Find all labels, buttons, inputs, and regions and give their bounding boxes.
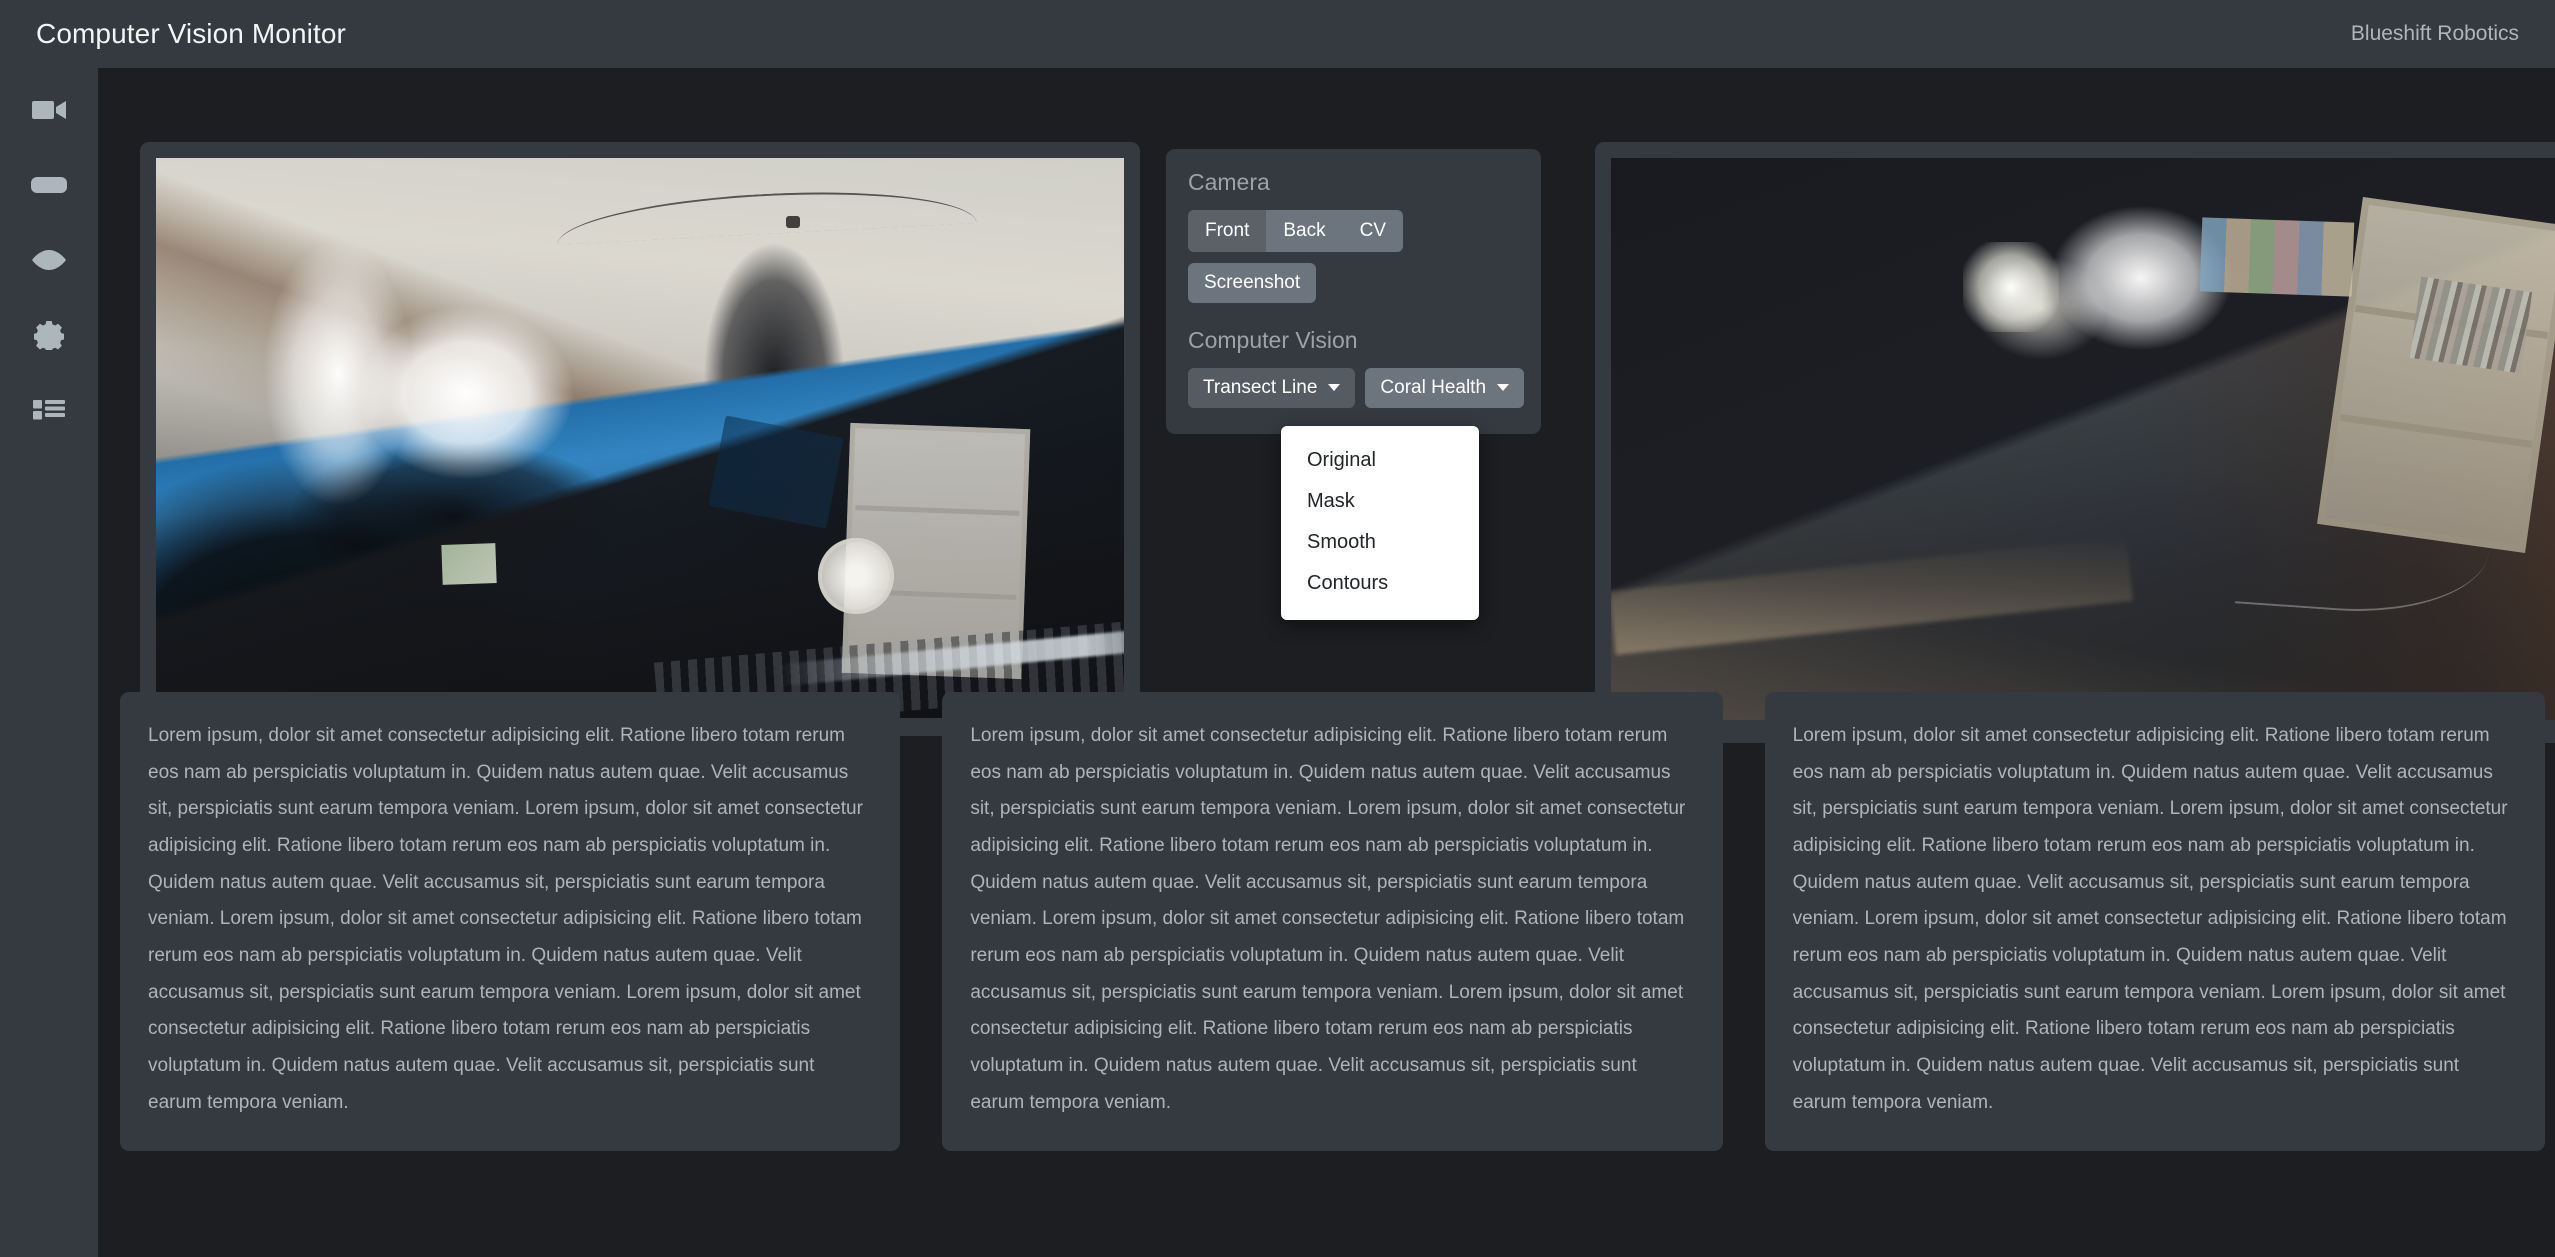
- screenshot-button[interactable]: Screenshot: [1188, 262, 1317, 303]
- cv-camera-feed[interactable]: [1611, 158, 2555, 720]
- chevron-down-icon: [1497, 384, 1510, 392]
- text-card: Lorem ipsum, dolor sit amet consectetur …: [120, 692, 901, 1152]
- main-content: Camera Front Back CV Screenshot Computer…: [98, 68, 2555, 1257]
- front-camera-panel: [140, 142, 1140, 736]
- camera-button-group: Front Back CV: [1188, 210, 1404, 252]
- ceiling-wire: [555, 183, 977, 245]
- sidebar-item-video[interactable]: [18, 86, 80, 134]
- transect-line-dropdown-label: Transect Line: [1203, 376, 1318, 398]
- video-camera-icon: [32, 98, 66, 122]
- card-body-text: Lorem ipsum, dolor sit amet consectetur …: [148, 725, 863, 1113]
- text-card: Lorem ipsum, dolor sit amet consectetur …: [942, 692, 1723, 1152]
- dropdown-item-original[interactable]: Original: [1281, 440, 1479, 481]
- sidebar-item-settings[interactable]: [18, 311, 80, 359]
- photo-wall: [2199, 217, 2355, 297]
- controls-panel: Camera Front Back CV Screenshot Computer…: [1166, 149, 1541, 434]
- transect-line-dropdown-menu[interactable]: Original Mask Smooth Contours: [1281, 426, 1479, 620]
- banner-graphic: [708, 415, 844, 529]
- gear-icon: [34, 320, 64, 350]
- coral-health-dropdown-label: Coral Health: [1380, 376, 1487, 398]
- camera-section-heading: Camera: [1188, 169, 1270, 195]
- card-body-text: Lorem ipsum, dolor sit amet consectetur …: [1792, 725, 2508, 1113]
- text-card-row: Lorem ipsum, dolor sit amet consectetur …: [120, 692, 2545, 1152]
- lamp-glow: [1963, 242, 2059, 332]
- app-header: Computer Vision Monitor Blueshift Roboti…: [0, 0, 2555, 68]
- camera-front-button[interactable]: Front: [1188, 210, 1267, 252]
- dropdown-item-smooth[interactable]: Smooth: [1281, 522, 1479, 563]
- dropdown-item-mask[interactable]: Mask: [1281, 481, 1479, 522]
- camera-back-button[interactable]: Back: [1266, 210, 1343, 252]
- floor-cable: [2234, 533, 2490, 621]
- cv-camera-panel: [1595, 142, 2555, 743]
- front-camera-image: [156, 158, 1124, 718]
- sidebar-item-controls[interactable]: [18, 161, 80, 209]
- desk-edge: [1611, 536, 2133, 656]
- camera-cv-button[interactable]: CV: [1342, 210, 1404, 252]
- cv-section-heading: Computer Vision: [1188, 326, 1358, 353]
- cv-dropdown-row: Transect Line Coral Health: [1188, 367, 1525, 408]
- sidebar-item-vision[interactable]: [18, 236, 80, 284]
- text-card: Lorem ipsum, dolor sit amet consectetur …: [1764, 692, 2545, 1152]
- cv-camera-image: [1611, 158, 2555, 720]
- eye-icon: [31, 249, 67, 271]
- chevron-down-icon: [1328, 384, 1341, 392]
- front-camera-feed[interactable]: [156, 158, 1124, 718]
- wall-picture: [441, 543, 497, 585]
- sidebar: [0, 68, 98, 1257]
- coral-health-dropdown-button[interactable]: Coral Health: [1365, 367, 1525, 408]
- wire-clip: [786, 216, 800, 228]
- page-title: Computer Vision Monitor: [36, 18, 346, 49]
- books: [2409, 276, 2533, 374]
- card-body-text: Lorem ipsum, dolor sit amet consectetur …: [970, 725, 1686, 1113]
- list-icon: [33, 399, 65, 421]
- desk-fan: [818, 538, 894, 614]
- transect-line-dropdown-button[interactable]: Transect Line: [1188, 367, 1356, 408]
- feed-row: Camera Front Back CV Screenshot Computer…: [118, 76, 2555, 743]
- brand-label: Blueshift Robotics: [2350, 22, 2519, 45]
- gamepad-icon: [31, 174, 67, 196]
- sidebar-item-logs[interactable]: [18, 386, 80, 434]
- dropdown-item-contours[interactable]: Contours: [1281, 563, 1479, 604]
